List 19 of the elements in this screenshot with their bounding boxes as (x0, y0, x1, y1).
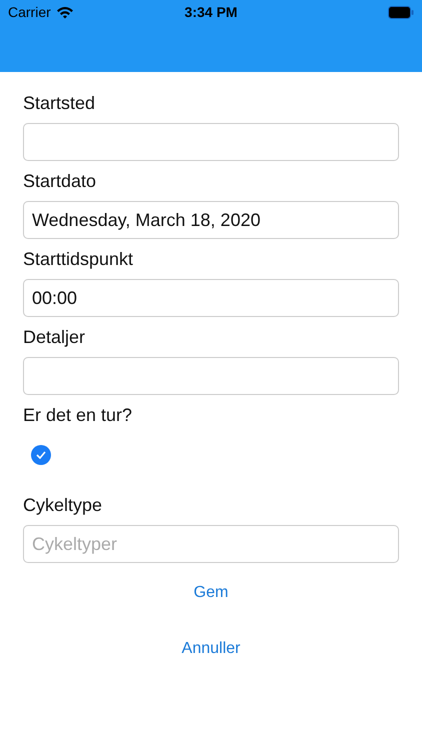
checkbox[interactable] (31, 445, 51, 465)
field-label: Startsted (23, 92, 96, 114)
input-field[interactable] (23, 357, 399, 395)
input-field[interactable]: Wednesday, March 18, 2020 (23, 201, 399, 239)
wifi-icon (56, 6, 74, 18)
input-field[interactable] (23, 123, 399, 161)
carrier-label: Carrier (8, 4, 51, 20)
field-label: Er det en tur? (23, 404, 134, 426)
battery-icon (388, 6, 414, 18)
input-field[interactable]: Cykeltyper (23, 525, 399, 563)
checkmark-icon (36, 451, 46, 459)
field-label: Starttidspunkt (23, 248, 134, 270)
text-button[interactable]: Gem (188, 582, 234, 604)
text-button[interactable]: Annuller (176, 638, 246, 660)
input-field[interactable]: 00:00 (23, 279, 399, 317)
field-label: Startdato (23, 170, 98, 192)
field-label: Detaljer (23, 326, 86, 348)
field-label: Cykeltype (23, 494, 104, 516)
status-time: 3:34 PM (184, 4, 238, 20)
